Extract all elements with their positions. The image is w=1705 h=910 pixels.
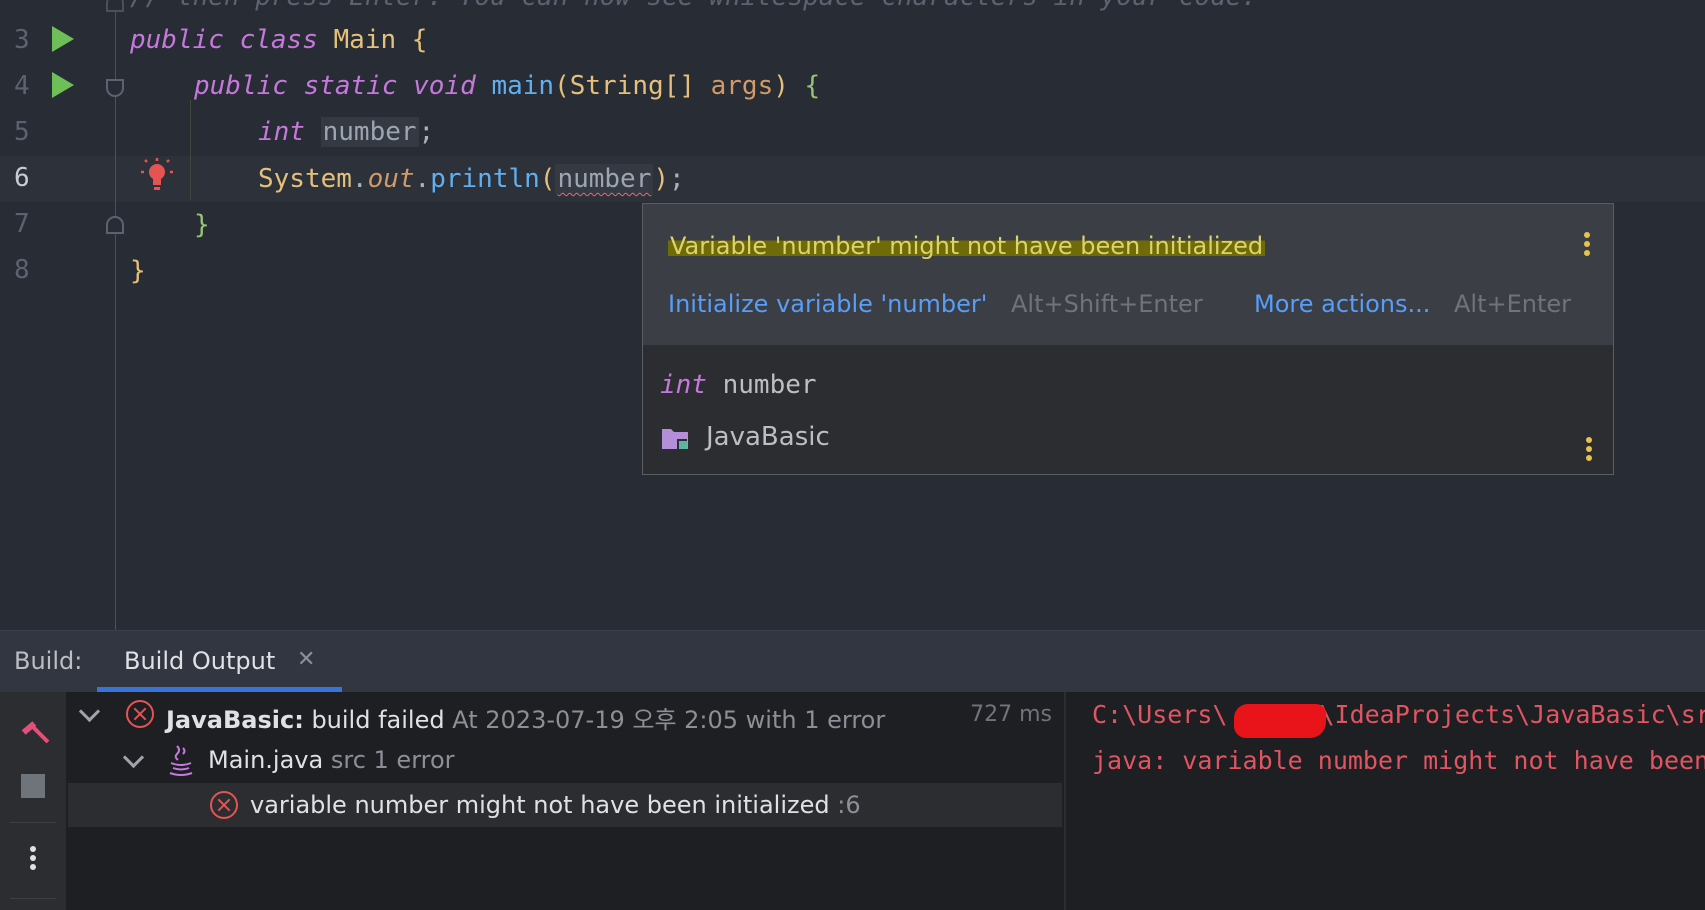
- stop-icon[interactable]: [21, 774, 45, 798]
- project-name: JavaBasic:: [166, 706, 304, 734]
- decl-keyword: int: [660, 370, 707, 400]
- code-line-3[interactable]: public class Main {: [130, 17, 427, 63]
- console-error-line: java: variable number might not have bee…: [1092, 746, 1705, 775]
- declaration: int number: [660, 370, 817, 400]
- paren: ): [653, 164, 670, 194]
- more-actions-link[interactable]: More actions...: [1254, 290, 1430, 318]
- tree-row-file[interactable]: Main.java src 1 error: [68, 738, 1062, 782]
- toolbar-separator: [10, 898, 56, 899]
- tree-row-build[interactable]: JavaBasic: build failed At 2023-07-19 오후…: [68, 692, 1062, 736]
- line-number: 8: [14, 255, 30, 285]
- decl-name: number: [722, 370, 817, 400]
- build-status: build failed: [311, 706, 445, 734]
- paren: (: [539, 164, 556, 194]
- more-vertical-icon[interactable]: [30, 846, 36, 873]
- build-duration: 727 ms: [970, 702, 1052, 727]
- problem-section: Variable 'number' might not have been in…: [643, 204, 1613, 345]
- keyword: public: [194, 71, 288, 101]
- error-entry: variable number might not have been init…: [250, 791, 861, 819]
- semicolon: ;: [418, 117, 435, 147]
- error-message: variable number might not have been init…: [250, 791, 830, 819]
- semicolon: ;: [669, 164, 685, 194]
- current-line-highlight: [0, 156, 1705, 202]
- more-actions-shortcut: Alt+Enter: [1454, 290, 1572, 318]
- more-vertical-icon[interactable]: [1584, 232, 1590, 259]
- console-path-start: C:\Users\: [1092, 700, 1228, 729]
- run-class-icon[interactable]: [52, 26, 74, 52]
- code-line-4[interactable]: public static void main(String[] args) {: [194, 63, 820, 109]
- variable-declaration: number: [320, 117, 419, 147]
- code-line-5[interactable]: int number;: [258, 109, 434, 155]
- line-number: 5: [14, 117, 30, 147]
- class-ref: System: [258, 164, 352, 194]
- console-path-end: \IdeaProjects\JavaBasic\src\Main.java:6:…: [1319, 700, 1705, 729]
- method-name: main: [491, 71, 555, 101]
- fold-close-icon[interactable]: [106, 216, 124, 234]
- build-summary: JavaBasic: build failed At 2023-07-19 오후…: [166, 700, 885, 735]
- error-variable[interactable]: number: [555, 164, 654, 194]
- folder-module-icon: [662, 429, 688, 449]
- field-ref: out: [367, 164, 415, 194]
- type-name: String[]: [569, 71, 695, 101]
- line-number-current: 6: [14, 163, 30, 193]
- code-line-7[interactable]: }: [194, 202, 210, 248]
- fold-open-icon[interactable]: [106, 79, 124, 97]
- module-name: JavaBasic: [706, 422, 830, 452]
- keyword: public: [130, 25, 224, 55]
- line-number: 4: [14, 71, 30, 101]
- build-time: At 2023-07-19 오후 2:05 with 1 error: [452, 706, 886, 734]
- quick-doc-popup: Variable 'number' might not have been in…: [642, 203, 1614, 475]
- tool-window-title: Build:: [14, 647, 83, 675]
- file-entry: Main.java src 1 error: [208, 746, 455, 774]
- keyword: class: [239, 25, 318, 55]
- paren: ): [773, 71, 789, 101]
- hammer-icon[interactable]: [18, 712, 50, 744]
- chevron-down-icon[interactable]: [122, 746, 145, 769]
- code-line-6[interactable]: System.out.println(number);: [258, 156, 685, 202]
- error-line: :6: [837, 791, 861, 819]
- tree-row-error[interactable]: variable number might not have been init…: [68, 783, 1062, 827]
- bulb-icon[interactable]: [140, 157, 174, 193]
- indent-guide: [190, 100, 191, 200]
- fix-shortcut: Alt+Shift+Enter: [1011, 290, 1203, 318]
- dot: .: [414, 164, 431, 194]
- brace: {: [411, 25, 428, 55]
- build-toolbar: [0, 692, 68, 910]
- initialize-variable-action[interactable]: Initialize variable 'number': [668, 290, 987, 318]
- build-tree[interactable]: JavaBasic: build failed At 2023-07-19 오후…: [68, 692, 1062, 910]
- keyword: int: [258, 117, 305, 147]
- console-path-line[interactable]: C:\Users\ \IdeaProjects\JavaBasic\src\Mai…: [1092, 700, 1705, 729]
- line-number: 7: [14, 209, 30, 239]
- line-number: 3: [14, 25, 30, 55]
- keyword: void: [413, 71, 476, 101]
- paren: (: [554, 71, 570, 101]
- build-console[interactable]: C:\Users\ \IdeaProjects\JavaBasic\src\Mai…: [1064, 692, 1705, 910]
- file-info: src 1 error: [330, 746, 455, 774]
- run-main-icon[interactable]: [52, 72, 74, 98]
- java-file-icon: [169, 745, 193, 776]
- redaction-mark: [1234, 704, 1326, 738]
- more-vertical-icon[interactable]: [1586, 437, 1592, 464]
- class-name: Main: [333, 25, 397, 55]
- chevron-down-icon[interactable]: [78, 700, 101, 723]
- tab-close-icon[interactable]: ✕: [297, 647, 315, 672]
- error-icon: [126, 700, 154, 728]
- error-icon: [210, 791, 238, 819]
- build-tool-header: Build: Build Output ✕: [0, 630, 1705, 693]
- parameter: args: [710, 71, 774, 101]
- problem-description: Variable 'number' might not have been in…: [668, 232, 1266, 260]
- tab-build-output[interactable]: Build Output: [124, 647, 275, 675]
- code-line-8[interactable]: }: [130, 248, 146, 294]
- dot: .: [351, 164, 368, 194]
- method-call: println: [430, 164, 540, 194]
- brace: {: [804, 71, 821, 101]
- file-name: Main.java: [208, 746, 324, 774]
- keyword: static: [303, 71, 398, 101]
- fold-close-icon[interactable]: [106, 0, 124, 12]
- toolbar-separator: [10, 822, 56, 823]
